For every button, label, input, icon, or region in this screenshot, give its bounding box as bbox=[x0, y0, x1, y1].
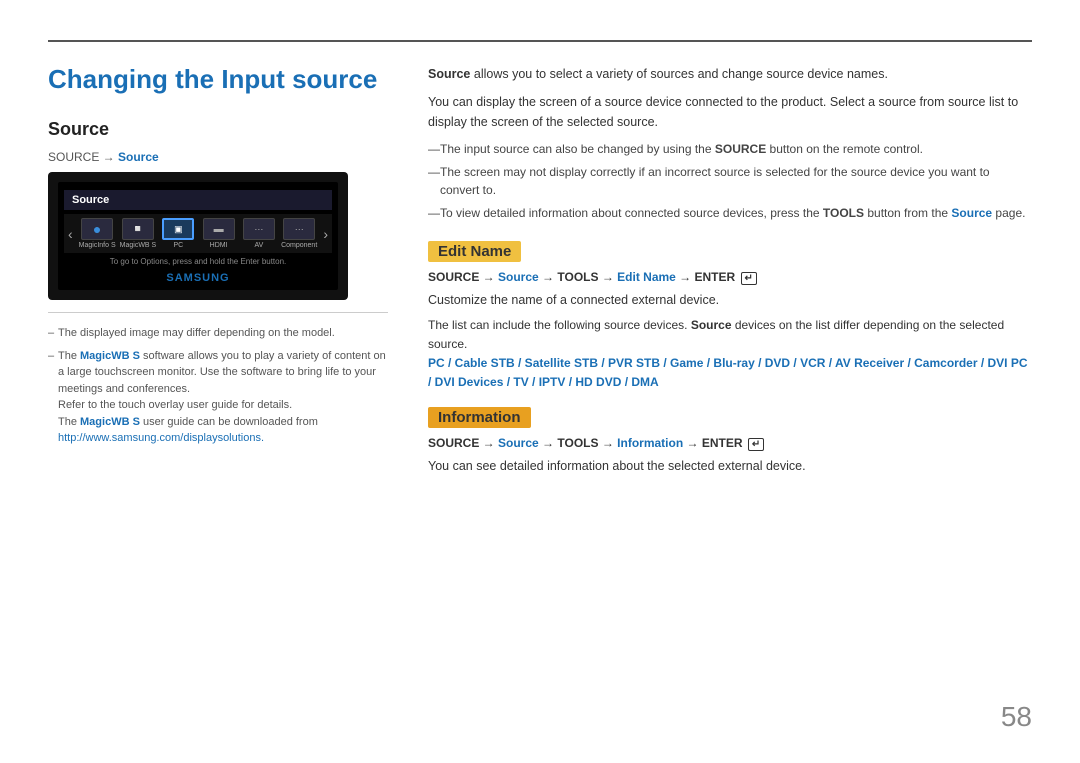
magicinfo-icon: ● bbox=[93, 221, 101, 237]
component-label: Component bbox=[281, 242, 317, 249]
source-bold: Source bbox=[428, 67, 470, 81]
source-link: Source bbox=[951, 206, 992, 220]
section-divider bbox=[48, 312, 388, 313]
source-item-hdmi: ▬ HDMI bbox=[200, 218, 236, 249]
left-column: Changing the Input source Source SOURCE … bbox=[48, 64, 388, 723]
nav-text: SOURCE → bbox=[48, 150, 118, 164]
info-path-source: Source bbox=[498, 436, 539, 450]
hdmi-icon: ▬ bbox=[214, 224, 224, 235]
enter-icon: ↵ bbox=[741, 272, 757, 285]
bullet-1: The input source can also be changed by … bbox=[428, 140, 1032, 158]
nav-link: Source bbox=[118, 150, 159, 164]
pc-label: PC bbox=[173, 242, 183, 249]
tv-screen: Source ‹ ● MagicInfo S ◽ bbox=[48, 172, 348, 300]
source-bold-3: Source bbox=[691, 318, 732, 332]
pc-icon-box: ▣ bbox=[162, 218, 194, 240]
list-note-prefix: The list can include the following sourc… bbox=[428, 318, 691, 332]
edit-name-path: SOURCE → Source → TOOLS → Edit Name → EN… bbox=[428, 270, 1032, 285]
note-2: The MagicWB S software allows you to pla… bbox=[48, 348, 388, 447]
intro-text-rest: allows you to select a variety of source… bbox=[470, 67, 888, 81]
bullet-2: The screen may not display correctly if … bbox=[428, 163, 1032, 199]
source-item-av: ⋯ AV bbox=[241, 218, 277, 249]
page-container: Changing the Input source Source SOURCE … bbox=[0, 0, 1080, 763]
right-arrow-icon: › bbox=[321, 226, 330, 242]
intro-line-2: You can display the screen of a source d… bbox=[428, 92, 1032, 132]
av-icon-box: ⋯ bbox=[243, 218, 275, 240]
samsung-logo: SAMSUNG bbox=[64, 272, 332, 284]
right-column: Source allows you to select a variety of… bbox=[428, 64, 1032, 723]
source-icons-row: ‹ ● MagicInfo S ◽ MagicWB S bbox=[64, 214, 332, 253]
magicwb-label: MagicWB S bbox=[120, 242, 157, 249]
information-heading: Information bbox=[428, 407, 531, 428]
component-icon: ⋯ bbox=[295, 224, 304, 235]
av-label: AV bbox=[254, 242, 263, 249]
magicwb-icon-box: ◽ bbox=[122, 218, 154, 240]
source-section-title: Source bbox=[48, 119, 388, 140]
left-arrow-icon: ‹ bbox=[66, 226, 75, 242]
enter-icon-2: ↵ bbox=[748, 438, 764, 451]
source-bar-label: Source bbox=[64, 190, 332, 210]
tv-inner: Source ‹ ● MagicInfo S ◽ bbox=[58, 182, 338, 290]
information-desc: You can see detailed information about t… bbox=[428, 457, 1032, 476]
source-item-pc: ▣ PC bbox=[160, 218, 196, 249]
magicwb-highlight2: MagicWB S bbox=[80, 416, 140, 428]
magicwb-icon: ◽ bbox=[132, 224, 144, 235]
source-item-magicinfo: ● MagicInfo S bbox=[79, 218, 116, 249]
edit-name-heading: Edit Name bbox=[428, 241, 521, 262]
path-editname: Edit Name bbox=[617, 270, 676, 284]
top-divider bbox=[48, 40, 1032, 42]
devices-blue-text: PC / Cable STB / Satellite STB / PVR STB… bbox=[428, 356, 1028, 389]
magicinfo-icon-box: ● bbox=[81, 218, 113, 240]
component-icon-box: ⋯ bbox=[283, 218, 315, 240]
hdmi-icon-box: ▬ bbox=[203, 218, 235, 240]
source-nav: SOURCE → Source bbox=[48, 150, 388, 164]
bullet-3: To view detailed information about conne… bbox=[428, 204, 1032, 222]
path-source: Source bbox=[498, 270, 539, 284]
device-list-items: PC / Cable STB / Satellite STB / PVR STB… bbox=[428, 354, 1032, 392]
device-list-note: The list can include the following sourc… bbox=[428, 316, 1032, 354]
hdmi-label: HDMI bbox=[210, 242, 228, 249]
info-path-info: Information bbox=[617, 436, 683, 450]
url-link: http://www.samsung.com/displaysolutions. bbox=[58, 432, 264, 444]
edit-name-desc: Customize the name of a connected extern… bbox=[428, 291, 1032, 310]
av-icon: ⋯ bbox=[254, 224, 263, 235]
page-title: Changing the Input source bbox=[48, 64, 388, 95]
information-path: SOURCE → Source → TOOLS → Information → … bbox=[428, 436, 1032, 451]
magicinfo-label: MagicInfo S bbox=[79, 242, 116, 249]
tools-bold: TOOLS bbox=[823, 206, 864, 220]
source-item-magicwb: ◽ MagicWB S bbox=[120, 218, 157, 249]
page-number: 58 bbox=[1001, 701, 1032, 733]
content-columns: Changing the Input source Source SOURCE … bbox=[48, 64, 1032, 723]
tv-hint: To go to Options, press and hold the Ent… bbox=[64, 257, 332, 266]
intro-line-1: Source allows you to select a variety of… bbox=[428, 64, 1032, 84]
magicwb-highlight: MagicWB S bbox=[80, 350, 140, 362]
source-bold-2: SOURCE bbox=[715, 142, 766, 156]
pc-icon: ▣ bbox=[174, 224, 183, 235]
source-item-component: ⋯ Component bbox=[281, 218, 317, 249]
note-1: The displayed image may differ depending… bbox=[48, 325, 388, 342]
